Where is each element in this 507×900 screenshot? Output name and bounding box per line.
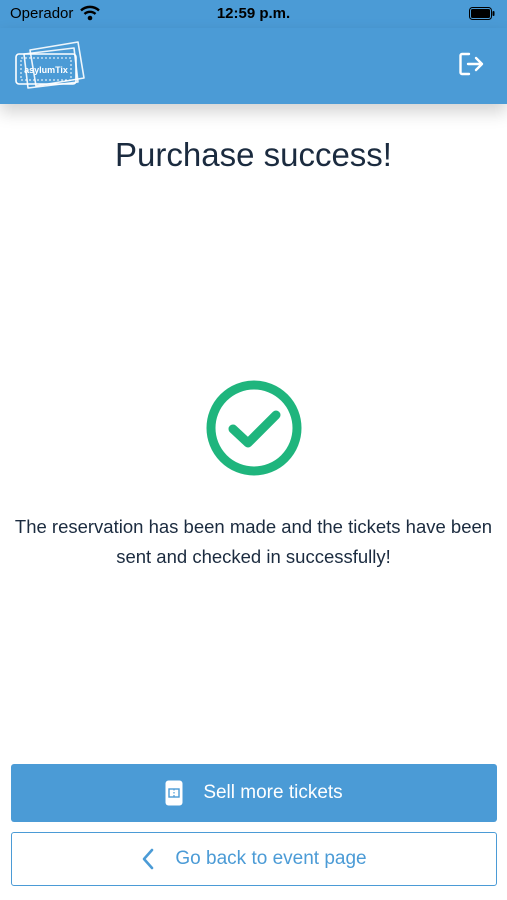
asylumtix-logo[interactable]: asylumTix	[12, 36, 88, 92]
check-circle-icon	[206, 380, 302, 476]
page-title: Purchase success!	[115, 136, 392, 173]
svg-text:asylumTix: asylumTix	[24, 65, 68, 75]
chevron-left-icon	[141, 847, 155, 871]
success-message: The reservation has been made and the ti…	[14, 516, 493, 567]
back-to-event-button[interactable]: Go back to event page	[11, 832, 497, 886]
status-bar: Operador 12:59 p.m.	[0, 0, 507, 28]
back-to-event-label: Go back to event page	[175, 848, 367, 869]
logout-icon[interactable]	[457, 50, 485, 78]
battery-icon	[469, 7, 495, 20]
sell-more-tickets-button[interactable]: Sell more tickets	[11, 764, 497, 822]
clock: 12:59 p.m.	[216, 5, 291, 22]
ticket-icon	[165, 780, 183, 806]
app-header: asylumTix	[0, 28, 507, 104]
sell-more-tickets-label: Sell more tickets	[203, 782, 343, 803]
